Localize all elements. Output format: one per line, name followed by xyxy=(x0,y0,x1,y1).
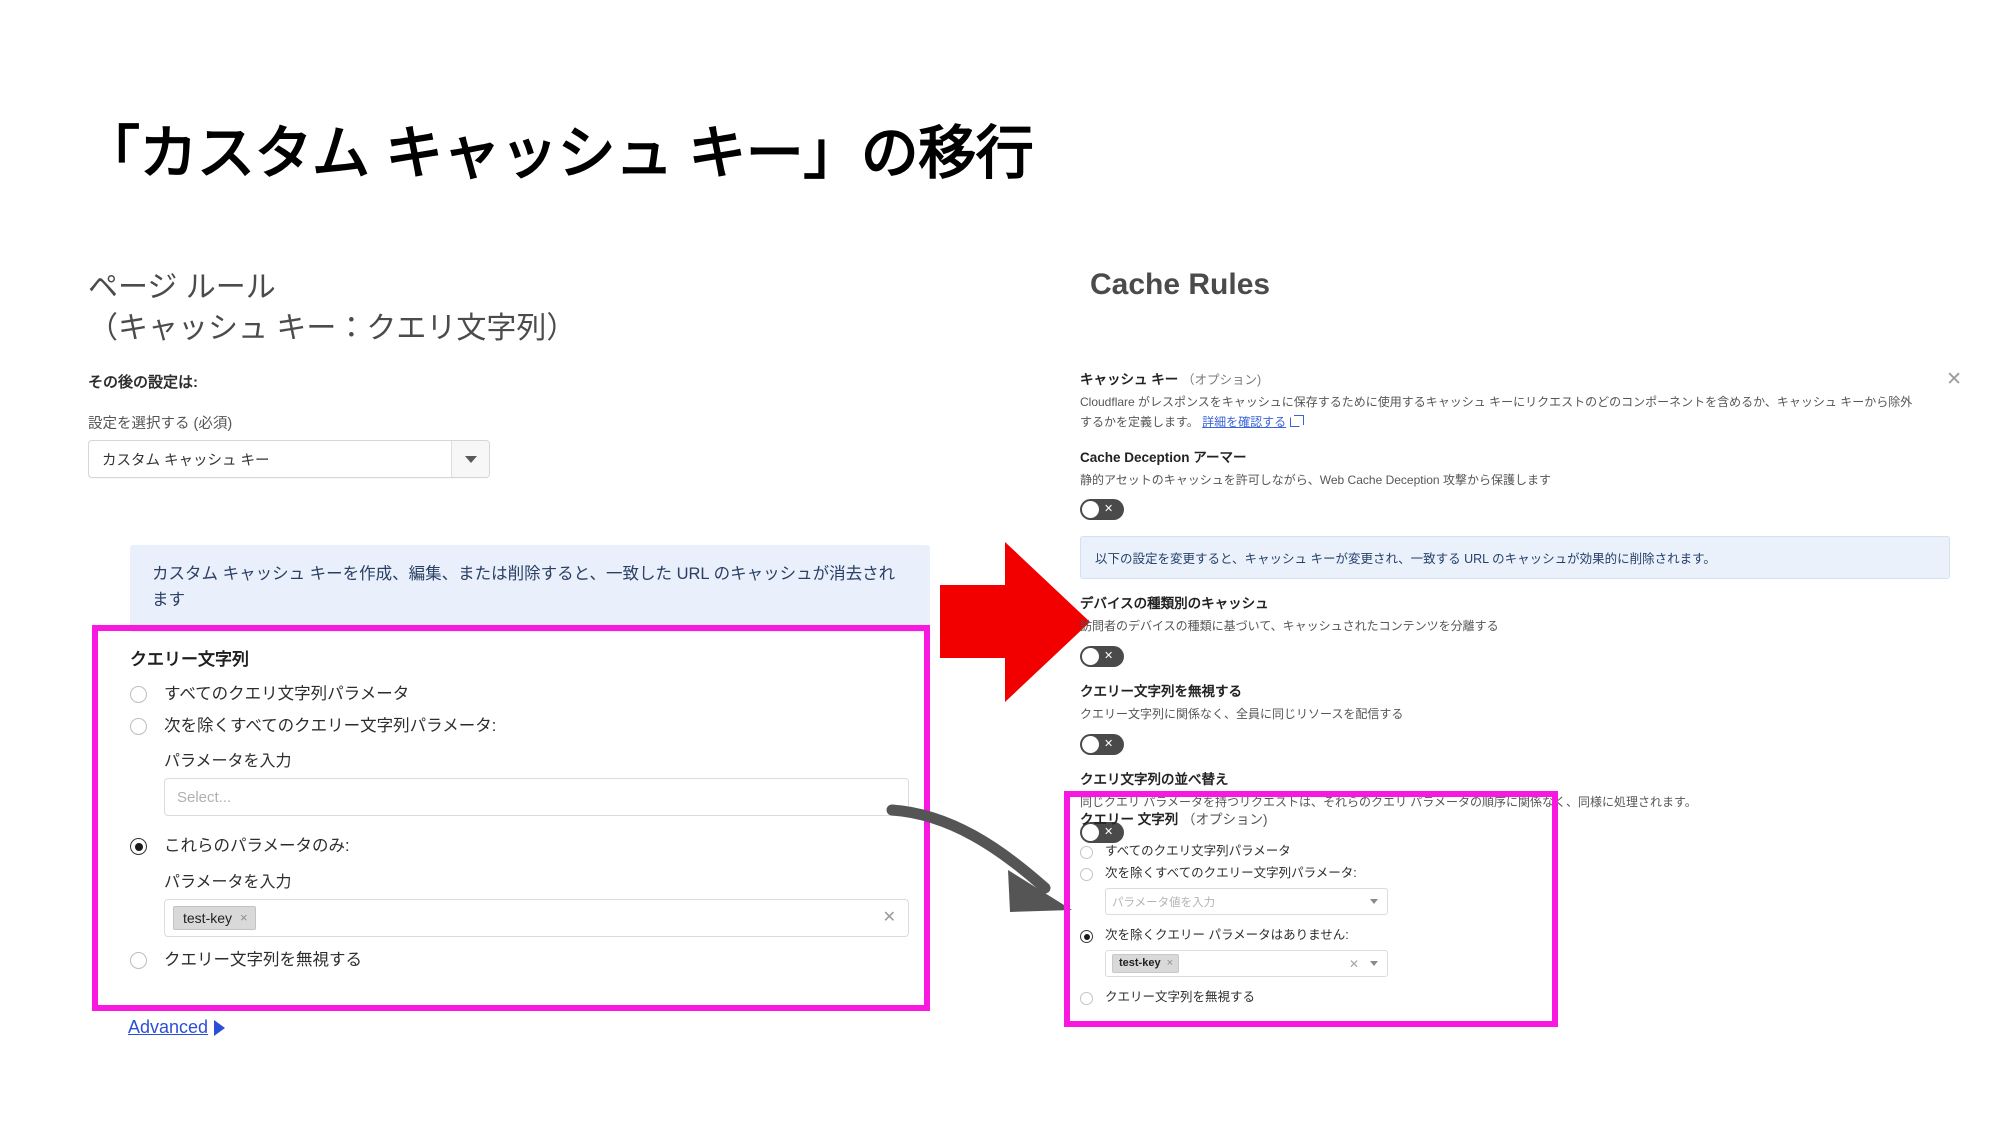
radio-icon[interactable] xyxy=(130,686,147,703)
right-radio-none-except[interactable]: 次を除くクエリー パラメータはありません: xyxy=(1080,928,1548,943)
cache-key-title-text: キャッシュ キー xyxy=(1080,372,1179,387)
left-subheading: その後の設定は: xyxy=(88,374,198,391)
token-remove-icon[interactable]: × xyxy=(240,911,248,924)
right-panel: Cache Rules xyxy=(1090,268,1970,302)
radio-icon[interactable] xyxy=(1080,846,1093,859)
device-type-title: デバイスの種類別のキャッシュ xyxy=(1080,596,1269,612)
sort-qs-title: クエリ文字列の並べ替え xyxy=(1080,771,1229,787)
device-type-section: デバイスの種類別のキャッシュ 訪問者のデバイスの種類に基づいて、キャッシュされた… xyxy=(1080,592,1950,668)
setting-select-value: カスタム キャッシュ キー xyxy=(102,452,270,469)
setting-select-label: 設定を選択する (必須) xyxy=(88,416,233,432)
ignore-query-string-section: クエリー文字列を無視する クエリー文字列に関係なく、全員に同じリソースを配信する… xyxy=(1080,680,1950,755)
param-select-input-1[interactable]: Select... xyxy=(164,778,909,817)
left-info-banner: カスタム キャッシュ キーを作成、編集、または削除すると、一致した URL のキ… xyxy=(130,545,930,633)
right-qs-title-text: クエリー 文字列 xyxy=(1080,812,1179,827)
token-chip-label: test-key xyxy=(1119,957,1161,969)
radio-label: 次を除くすべてのクエリー文字列パラメータ: xyxy=(1105,866,1357,880)
left-heading-line2: （キャッシュ キー：クエリ文字列） xyxy=(88,311,577,345)
ignore-qs-desc: クエリー文字列に関係なく、全員に同じリソースを配信する xyxy=(1080,707,1404,722)
token-chip-label: test-key xyxy=(183,909,233,926)
radio-label: すべてのクエリ文字列パラメータ xyxy=(1105,844,1291,858)
right-param-token-input[interactable]: test-key × ✕ xyxy=(1105,950,1388,977)
token-remove-icon[interactable]: × xyxy=(1167,958,1173,969)
advanced-link-label: Advanced xyxy=(128,1017,209,1037)
toggle-off-icon: ✕ xyxy=(1104,737,1114,750)
device-type-toggle[interactable]: ✕ xyxy=(1080,646,1124,668)
close-icon[interactable]: ✕ xyxy=(1946,370,1962,389)
cache-rules-card: ✕ キャッシュ キー （オプション) Cloudflare がレスポンスをキャッ… xyxy=(1080,368,1962,843)
advanced-link[interactable]: Advanced xyxy=(128,1017,226,1038)
radio-icon-selected[interactable] xyxy=(130,838,147,856)
clear-input-icon[interactable]: ✕ xyxy=(1349,957,1359,971)
radio-label: 次を除くクエリー パラメータはありません: xyxy=(1105,928,1349,942)
toggle-knob xyxy=(1082,648,1099,666)
left-query-string-title: クエリー文字列 xyxy=(130,650,249,669)
chevron-down-icon[interactable] xyxy=(1370,899,1378,904)
radio-label: クエリー文字列を無視する xyxy=(164,950,362,969)
param-token-input[interactable]: test-key × ✕ xyxy=(164,898,909,937)
external-link-icon xyxy=(1290,414,1305,427)
radio-icon[interactable] xyxy=(130,951,147,969)
radio-label: クエリー文字列を無視する xyxy=(1105,990,1256,1004)
token-chip[interactable]: test-key × xyxy=(1112,954,1180,973)
radio-icon[interactable] xyxy=(1080,868,1093,881)
ignore-qs-title: クエリー文字列を無視する xyxy=(1080,684,1242,700)
right-qs-optional-tag: （オプション) xyxy=(1182,812,1268,827)
param-input-placeholder: Select... xyxy=(177,788,232,806)
chevron-down-icon[interactable] xyxy=(1370,961,1378,966)
right-info-banner: 以下の設定を変更すると、キャッシュ キーが変更され、一致する URL のキャッシ… xyxy=(1080,536,1950,580)
setting-select[interactable]: カスタム キャッシュ キー xyxy=(88,440,490,478)
cache-key-description: Cloudflare がレスポンスをキャッシュに保存するために使用するキャッシュ… xyxy=(1080,393,1920,433)
toggle-knob xyxy=(1082,735,1099,753)
right-radio-ignore[interactable]: クエリー文字列を無視する xyxy=(1080,990,1548,1005)
param-input-label-1: パラメータを入力 xyxy=(164,753,292,771)
radio-option-all-except[interactable]: 次を除くすべてのクエリー文字列パラメータ: xyxy=(130,716,900,737)
learn-more-link[interactable]: 詳細を確認する xyxy=(1202,415,1286,429)
toggle-knob xyxy=(1082,501,1099,519)
radio-icon[interactable] xyxy=(130,717,147,735)
radio-option-only-these[interactable]: これらのパラメータのみ: xyxy=(130,836,900,857)
right-param-select[interactable]: パラメータ値を入力 xyxy=(1105,888,1388,915)
toggle-off-icon: ✕ xyxy=(1104,650,1114,663)
ignore-qs-toggle[interactable]: ✕ xyxy=(1080,733,1124,755)
left-heading-line1: ページ ルール xyxy=(88,271,276,304)
page-title: 「カスタム キャッシュ キー」の移行 xyxy=(82,121,1034,186)
radio-icon[interactable] xyxy=(1080,992,1093,1005)
cache-deception-toggle[interactable]: ✕ xyxy=(1080,499,1124,521)
radio-option-all[interactable]: すべてのクエリ文字列パラメータ xyxy=(130,684,900,705)
radio-label: 次を除くすべてのクエリー文字列パラメータ: xyxy=(164,716,497,735)
toggle-off-icon: ✕ xyxy=(1104,503,1114,516)
chevron-down-icon[interactable] xyxy=(451,441,489,477)
cache-key-section-title: キャッシュ キー （オプション) xyxy=(1080,368,1950,388)
right-param-placeholder: パラメータ値を入力 xyxy=(1112,896,1216,909)
right-radio-all[interactable]: すべてのクエリ文字列パラメータ xyxy=(1080,844,1548,859)
right-qs-title: クエリー 文字列 （オプション) xyxy=(1080,808,1548,828)
param-input-label-2: パラメータを入力 xyxy=(164,873,292,891)
slide-canvas: 「カスタム キャッシュ キー」の移行 ページ ルール （キャッシュ キー：クエリ… xyxy=(0,0,2000,1125)
right-heading: Cache Rules xyxy=(1090,268,1271,301)
left-query-string-group: クエリー文字列 すべてのクエリ文字列パラメータ 次を除くすべてのクエリー文字列パ… xyxy=(130,645,909,982)
radio-label: これらのパラメータのみ: xyxy=(164,837,350,856)
radio-icon-selected[interactable] xyxy=(1080,930,1093,943)
device-type-desc: 訪問者のデバイスの種類に基づいて、キャッシュされたコンテンツを分離する xyxy=(1080,619,1499,634)
radio-option-ignore[interactable]: クエリー文字列を無視する xyxy=(130,950,900,971)
radio-label: すべてのクエリ文字列パラメータ xyxy=(164,685,410,703)
right-query-string-group: クエリー 文字列 （オプション) すべてのクエリ文字列パラメータ 次を除くすべて… xyxy=(1080,808,1548,1012)
triangle-right-icon xyxy=(214,1019,226,1036)
cache-deception-section: Cache Deception アーマー 静的アセットのキャッシュを許可しながら… xyxy=(1080,446,1950,521)
left-panel: ページ ルール （キャッシュ キー：クエリ文字列） その後の設定は: 設定を選択… xyxy=(88,268,968,478)
cache-deception-desc: 静的アセットのキャッシュを許可しながら、Web Cache Deception … xyxy=(1080,472,1551,487)
cache-key-optional-tag: （オプション) xyxy=(1182,373,1262,387)
cache-deception-title: Cache Deception アーマー xyxy=(1080,449,1247,465)
token-chip[interactable]: test-key × xyxy=(173,905,256,930)
right-radio-all-except[interactable]: 次を除くすべてのクエリー文字列パラメータ: xyxy=(1080,866,1548,881)
